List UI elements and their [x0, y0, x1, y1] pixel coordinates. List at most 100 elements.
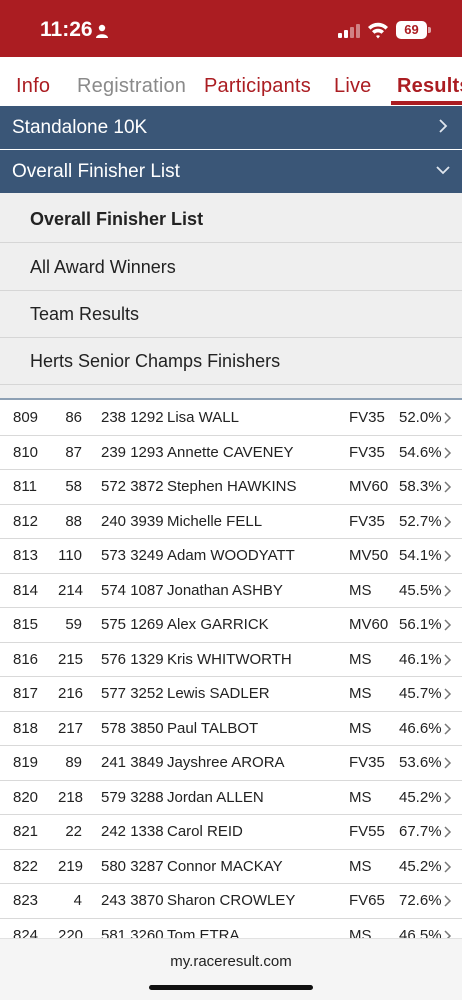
table-row[interactable]: 813 110 573 3249 Adam WOODYATT MV50 54.1%: [0, 539, 462, 574]
result-place: 820: [13, 788, 39, 806]
result-age-group: FV55: [349, 823, 385, 840]
result-category-place: 219: [58, 857, 84, 875]
result-name: Carol REID: [167, 823, 243, 840]
result-name: Jordan ALLEN: [167, 788, 264, 806]
table-row[interactable]: 823 4 243 3870 Sharon CROWLEY FV65 72.6%: [0, 884, 462, 919]
chevron-right-icon: [444, 584, 452, 597]
result-age-grade: 52.0%: [399, 409, 442, 426]
table-row[interactable]: 820 218 579 3288 Jordan ALLEN MS 45.2%: [0, 781, 462, 815]
result-place: 815: [13, 616, 39, 633]
result-name: Paul TALBOT: [167, 719, 259, 737]
result-name: Michelle FELL: [167, 512, 263, 530]
result-category-place: 22: [65, 823, 82, 840]
result-age-group: MS: [349, 719, 372, 737]
chevron-right-icon: [444, 929, 452, 938]
menu-item-all-award-winners[interactable]: All Award Winners: [0, 243, 462, 291]
menu-item-team-results[interactable]: Team Results: [0, 290, 462, 338]
tab-results[interactable]: Results: [397, 75, 462, 98]
result-category-place: 88: [65, 512, 82, 530]
chevron-right-icon: [439, 119, 448, 133]
result-bib: 580 3287: [101, 857, 164, 875]
result-category-place: 4: [73, 892, 82, 909]
chevron-right-icon: [444, 550, 452, 562]
tab-info[interactable]: Info: [16, 75, 50, 98]
list-dropdown-menu: Overall Finisher List All Award Winners …: [0, 193, 462, 400]
table-row[interactable]: 811 58 572 3872 Stephen HAWKINS MV60 58.3%: [0, 470, 462, 505]
result-name: Lewis SADLER: [167, 685, 270, 702]
result-bib: 577 3252: [101, 685, 164, 702]
result-age-group: MV60: [349, 616, 389, 633]
result-age-group: FV65: [349, 892, 385, 909]
result-name: Jayshree ARORA: [167, 754, 285, 771]
menu-item-herts-senior-champs[interactable]: Herts Senior Champs Finishers: [0, 337, 462, 385]
race-selector[interactable]: Standalone 10K: [0, 106, 462, 149]
result-age-grade: 52.7%: [399, 512, 442, 530]
chevron-right-icon: [444, 826, 452, 838]
table-row[interactable]: 816 215 576 1329 Kris WHITWORTH MS 46.1%: [0, 643, 462, 677]
table-row[interactable]: 815 59 575 1269 Alex GARRICK MV60 56.1%: [0, 608, 462, 643]
tab-live[interactable]: Live: [334, 75, 372, 98]
race-selector-label: Standalone 10K: [12, 117, 148, 138]
result-name: Alex GARRICK: [167, 616, 269, 633]
table-row[interactable]: 817 216 577 3252 Lewis SADLER MS 45.7%: [0, 677, 462, 712]
result-bib: 572 3872: [101, 478, 164, 495]
table-row[interactable]: 814 214 574 1087 Jonathan ASHBY MS 45.5%: [0, 574, 462, 608]
result-age-grade: 46.1%: [399, 650, 442, 668]
table-row[interactable]: 819 89 241 3849 Jayshree ARORA FV35 53.6%: [0, 746, 462, 781]
tab-participants[interactable]: Participants: [204, 75, 311, 98]
result-place: 813: [13, 547, 39, 564]
result-bib: 243 3870: [101, 892, 164, 909]
table-row[interactable]: 818 217 578 3850 Paul TALBOT MS 46.6%: [0, 712, 462, 746]
result-place: 812: [13, 512, 39, 530]
list-selector-label: Overall Finisher List: [12, 161, 180, 182]
result-place: 821: [13, 823, 39, 840]
result-category-place: 110: [58, 547, 82, 564]
result-category-place: 59: [65, 616, 82, 633]
result-name: Kris WHITWORTH: [167, 650, 292, 668]
result-place: 817: [13, 685, 39, 702]
active-tab-indicator: [391, 101, 462, 105]
chevron-right-icon: [444, 722, 452, 735]
list-selector[interactable]: Overall Finisher List: [0, 150, 462, 193]
table-row[interactable]: 824 220 581 3260 Tom ETRA MS 46.5%: [0, 919, 462, 939]
result-bib: 241 3849: [101, 754, 164, 771]
table-row[interactable]: 809 86 238 1292 Lisa WALL FV35 52.0%: [0, 401, 462, 436]
result-place: 814: [13, 581, 39, 599]
result-category-place: 86: [65, 409, 82, 426]
battery-level: 69: [396, 21, 427, 39]
menu-item-overall-finisher-list[interactable]: Overall Finisher List: [0, 195, 462, 243]
result-age-grade: 45.2%: [399, 788, 442, 806]
result-bib: 576 1329: [101, 650, 164, 668]
result-age-grade: 54.6%: [399, 443, 442, 461]
url-label[interactable]: my.raceresult.com: [0, 953, 462, 970]
chevron-right-icon: [444, 791, 452, 804]
result-age-group: MV50: [349, 547, 389, 564]
table-row[interactable]: 810 87 239 1293 Annette CAVENEY FV35 54.6%: [0, 436, 462, 470]
result-place: 809: [13, 409, 39, 426]
chevron-right-icon: [444, 688, 452, 700]
result-bib: 238 1292: [101, 409, 164, 426]
table-row[interactable]: 822 219 580 3287 Connor MACKAY MS 45.2%: [0, 850, 462, 884]
result-age-grade: 45.2%: [399, 857, 442, 875]
result-age-grade: 53.6%: [399, 754, 442, 771]
result-age-grade: 72.6%: [399, 892, 442, 909]
result-age-group: FV35: [349, 443, 385, 461]
table-row[interactable]: 821 22 242 1338 Carol REID FV55 67.7%: [0, 815, 462, 850]
home-indicator[interactable]: [149, 985, 313, 990]
result-bib: 581 3260: [101, 926, 164, 939]
result-age-grade: 45.7%: [399, 685, 442, 702]
wifi-icon: [368, 22, 388, 39]
table-row[interactable]: 812 88 240 3939 Michelle FELL FV35 52.7%: [0, 505, 462, 539]
result-category-place: 89: [65, 754, 82, 771]
result-age-grade: 58.3%: [399, 478, 442, 495]
result-place: 822: [13, 857, 39, 875]
result-bib: 578 3850: [101, 719, 164, 737]
result-age-group: MS: [349, 857, 372, 875]
tab-registration[interactable]: Registration: [77, 75, 186, 98]
result-age-group: MS: [349, 650, 372, 668]
result-age-group: MS: [349, 581, 372, 599]
browser-bar: my.raceresult.com: [0, 938, 462, 1000]
chevron-right-icon: [444, 895, 452, 907]
chevron-right-icon: [444, 515, 452, 528]
result-name: Annette CAVENEY: [167, 443, 294, 461]
